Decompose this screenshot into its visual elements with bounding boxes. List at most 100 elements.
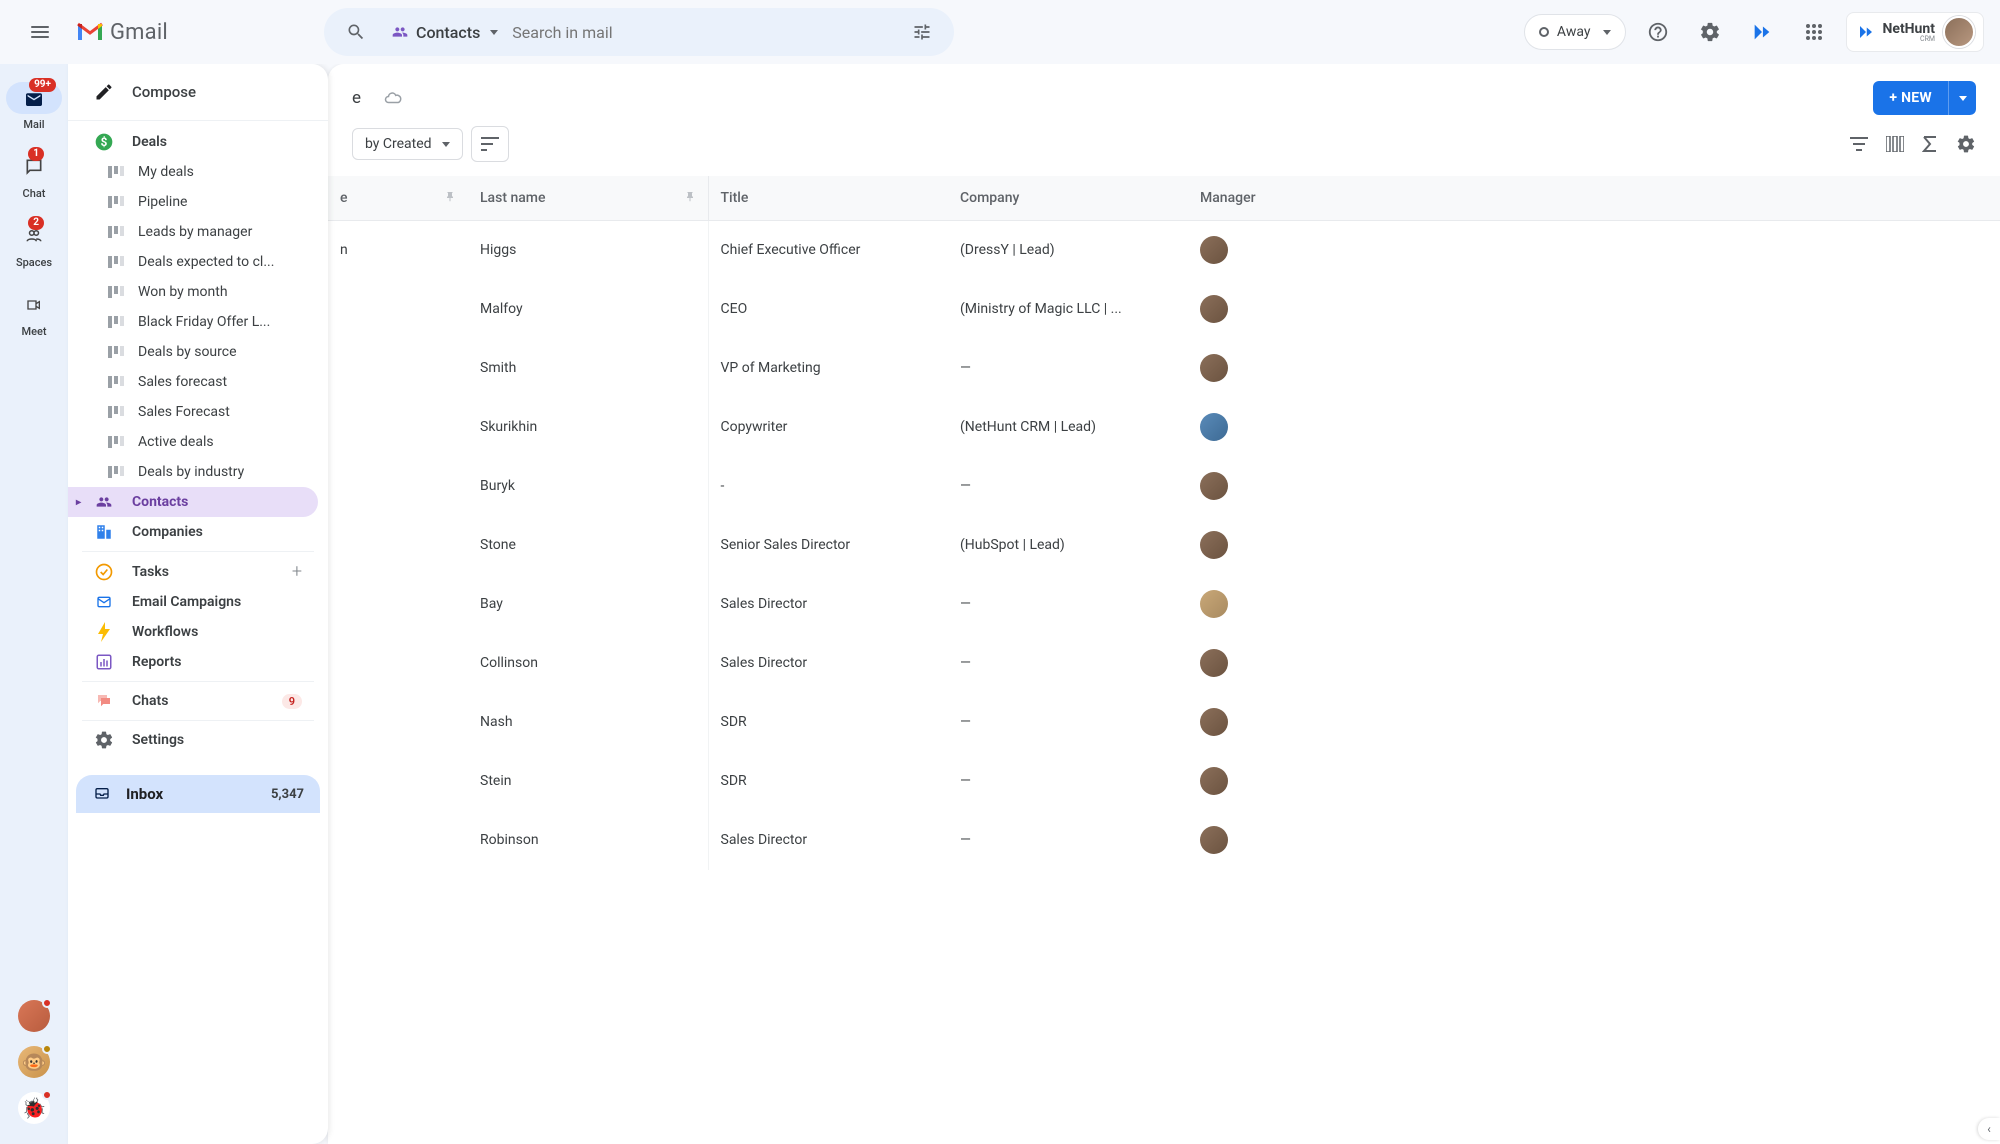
chat-avatar-3[interactable]: 🐞 bbox=[18, 1092, 50, 1124]
manager-avatar[interactable] bbox=[1200, 531, 1228, 559]
table-row[interactable]: SteinSDR— bbox=[328, 752, 2000, 811]
nav-pipeline[interactable]: Pipeline bbox=[68, 187, 318, 217]
table-row[interactable]: BaySales Director— bbox=[328, 575, 2000, 634]
search-button[interactable] bbox=[336, 12, 376, 52]
add-task-button[interactable]: + bbox=[292, 561, 302, 582]
cell-company: (HubSpot | Lead) bbox=[948, 516, 1188, 575]
rail-meet[interactable]: Meet bbox=[6, 283, 62, 344]
cell-lastname: Stone bbox=[468, 516, 708, 575]
nav-active-deals[interactable]: Active deals bbox=[68, 427, 318, 457]
filter-button[interactable] bbox=[1850, 137, 1868, 151]
search-options-button[interactable] bbox=[902, 12, 942, 52]
table-row[interactable]: SmithVP of Marketing— bbox=[328, 339, 2000, 398]
new-record-dropdown[interactable] bbox=[1948, 81, 1976, 115]
nav-deals-by-industry[interactable]: Deals by industry bbox=[68, 457, 318, 487]
cloud-sync-button[interactable] bbox=[373, 78, 413, 118]
manager-avatar[interactable] bbox=[1200, 295, 1228, 323]
table-row[interactable]: NashSDR— bbox=[328, 693, 2000, 752]
manager-avatar[interactable] bbox=[1200, 826, 1228, 854]
manager-avatar[interactable] bbox=[1200, 590, 1228, 618]
page-title-partial: e bbox=[352, 88, 361, 108]
nethunt-icon-button[interactable] bbox=[1742, 12, 1782, 52]
rail-spaces[interactable]: 2 Spaces bbox=[6, 214, 62, 275]
pin-icon[interactable] bbox=[444, 190, 456, 204]
table-row[interactable]: Buryk-— bbox=[328, 457, 2000, 516]
help-icon bbox=[1647, 21, 1669, 43]
board-icon bbox=[108, 256, 124, 268]
nav-black-friday[interactable]: Black Friday Offer L... bbox=[68, 307, 318, 337]
sum-button[interactable] bbox=[1922, 135, 1938, 153]
nav-label: Companies bbox=[132, 524, 203, 540]
search-input[interactable] bbox=[512, 23, 892, 42]
nav-settings[interactable]: Settings bbox=[68, 725, 318, 755]
pin-icon[interactable] bbox=[684, 190, 696, 204]
settings-button[interactable] bbox=[1690, 12, 1730, 52]
board-icon bbox=[108, 376, 124, 388]
table-row[interactable]: nHiggsChief Executive Officer(DressY | L… bbox=[328, 221, 2000, 280]
nav-reports[interactable]: Reports bbox=[68, 647, 318, 677]
nav-tasks[interactable]: Tasks + bbox=[68, 556, 318, 587]
sort-selector[interactable]: by Created bbox=[352, 128, 463, 160]
col-lastname[interactable]: Last name bbox=[468, 176, 708, 221]
manager-avatar[interactable] bbox=[1200, 649, 1228, 677]
app-logo[interactable]: Gmail bbox=[76, 20, 276, 45]
apps-button[interactable] bbox=[1794, 12, 1834, 52]
nav-leads-by-manager[interactable]: Leads by manager bbox=[68, 217, 318, 247]
new-record-button[interactable]: + NEW bbox=[1873, 81, 1948, 115]
manager-avatar[interactable] bbox=[1200, 767, 1228, 795]
manager-avatar[interactable] bbox=[1200, 236, 1228, 264]
cell-manager bbox=[1188, 398, 2000, 457]
nav-my-deals[interactable]: My deals bbox=[68, 157, 318, 187]
table-row[interactable]: StoneSenior Sales Director(HubSpot | Lea… bbox=[328, 516, 2000, 575]
profile-avatar[interactable] bbox=[1943, 16, 1975, 48]
side-panel-toggle[interactable]: ‹ bbox=[1978, 1118, 2000, 1140]
nav-deals[interactable]: $ Deals bbox=[68, 127, 318, 157]
col-company[interactable]: Company bbox=[948, 176, 1188, 221]
nav-contacts[interactable]: Contacts bbox=[68, 487, 318, 517]
search-scope-chip[interactable]: Contacts bbox=[386, 21, 502, 44]
compose-button[interactable]: Compose bbox=[68, 64, 328, 121]
rail-chat[interactable]: 1 Chat bbox=[6, 145, 62, 206]
rail-mail[interactable]: 99+ Mail bbox=[6, 76, 62, 137]
manager-avatar[interactable] bbox=[1200, 472, 1228, 500]
nav-sales-forecast[interactable]: Sales forecast bbox=[68, 367, 318, 397]
table-row[interactable]: SkurikhinCopywriter(NetHunt CRM | Lead) bbox=[328, 398, 2000, 457]
nav-won-by-month[interactable]: Won by month bbox=[68, 277, 318, 307]
cell-title: VP of Marketing bbox=[708, 339, 948, 398]
nav-chats[interactable]: Chats 9 bbox=[68, 686, 318, 716]
sort-label: by Created bbox=[365, 136, 432, 152]
cell-lastname: Stein bbox=[468, 752, 708, 811]
columns-button[interactable] bbox=[1886, 136, 1904, 152]
cell-title: Sales Director bbox=[708, 634, 948, 693]
nav-deals-expected[interactable]: Deals expected to cl... bbox=[68, 247, 318, 277]
nav-deals-by-source[interactable]: Deals by source bbox=[68, 337, 318, 367]
col-title[interactable]: Title bbox=[708, 176, 948, 221]
chat-avatar-2[interactable]: 🐵 bbox=[18, 1046, 50, 1078]
help-button[interactable] bbox=[1638, 12, 1678, 52]
main-menu-button[interactable] bbox=[16, 8, 64, 56]
nav-companies[interactable]: Companies bbox=[68, 517, 318, 547]
nav-sales-forecast-2[interactable]: Sales Forecast bbox=[68, 397, 318, 427]
nethunt-brand-pill[interactable]: NetHunt CRM bbox=[1846, 12, 1985, 52]
status-label: Away bbox=[1557, 24, 1591, 40]
status-selector[interactable]: Away bbox=[1524, 14, 1626, 50]
cell-lastname: Smith bbox=[468, 339, 708, 398]
manager-avatar[interactable] bbox=[1200, 708, 1228, 736]
view-settings-button[interactable] bbox=[1956, 134, 1976, 154]
nav-campaigns[interactable]: Email Campaigns bbox=[68, 587, 318, 617]
chat-avatar-1[interactable] bbox=[18, 1000, 50, 1032]
table-row[interactable]: MalfoyCEO(Ministry of Magic LLC | ... bbox=[328, 280, 2000, 339]
manager-avatar[interactable] bbox=[1200, 413, 1228, 441]
nav-workflows[interactable]: Workflows bbox=[68, 617, 318, 647]
sort-direction-button[interactable] bbox=[471, 126, 509, 162]
manager-avatar[interactable] bbox=[1200, 354, 1228, 382]
table-row[interactable]: RobinsonSales Director— bbox=[328, 811, 2000, 870]
status-ring-icon bbox=[1539, 27, 1549, 37]
mail-icon bbox=[24, 90, 44, 106]
col-manager[interactable]: Manager bbox=[1188, 176, 2000, 221]
table-row[interactable]: CollinsonSales Director— bbox=[328, 634, 2000, 693]
nav-inbox[interactable]: Inbox 5,347 bbox=[76, 775, 320, 813]
cell-lastname: Bay bbox=[468, 575, 708, 634]
col-firstna[interactable]: e bbox=[328, 176, 468, 221]
new-record-button-group: + NEW bbox=[1873, 81, 1976, 115]
